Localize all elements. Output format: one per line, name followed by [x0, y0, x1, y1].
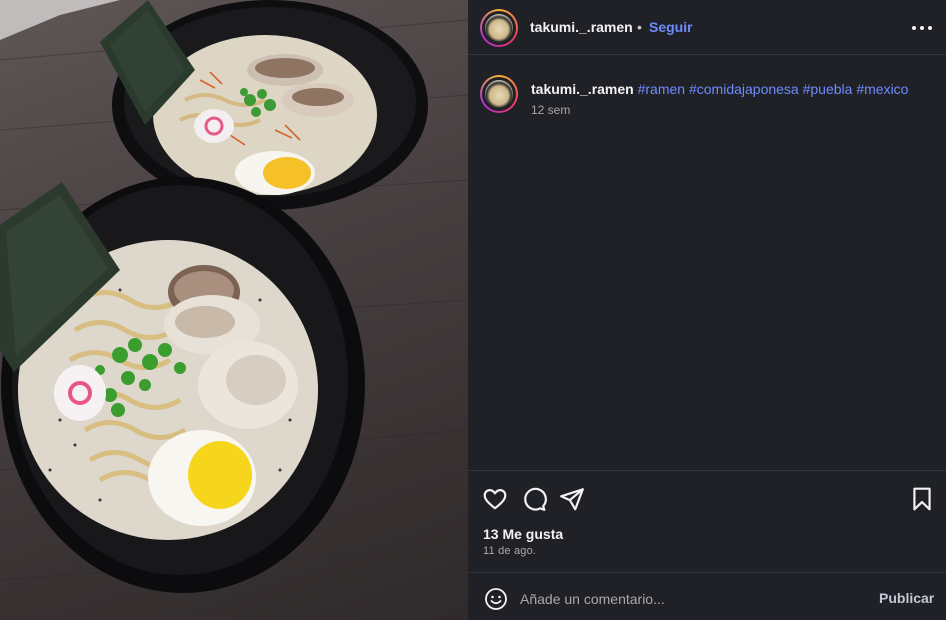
caption-username[interactable]: takumi._.ramen [531, 81, 634, 97]
comment-input[interactable] [520, 586, 860, 612]
front-bowl [0, 177, 365, 593]
hashtag-link[interactable]: #ramen [638, 81, 685, 97]
follow-button[interactable]: Seguir [649, 19, 693, 35]
caption: takumi._.ramen #ramen #comidajaponesa #p… [531, 81, 908, 97]
smiley-icon[interactable] [484, 587, 508, 611]
hashtag-link[interactable]: #puebla [803, 81, 853, 97]
post-image[interactable] [0, 0, 468, 620]
actions-divider [468, 470, 946, 471]
comment-divider [468, 572, 946, 573]
caption-avatar[interactable] [480, 75, 518, 113]
post-panel: takumi._.ramen • Seguir takumi._.ramen #… [468, 0, 946, 620]
paper-plane-icon[interactable] [559, 486, 585, 512]
author-username[interactable]: takumi._.ramen [530, 19, 633, 35]
ramen-photo [0, 0, 468, 593]
header-divider [468, 54, 946, 55]
post-date[interactable]: 11 de ago. [483, 545, 536, 557]
back-bowl [100, 0, 428, 210]
author-avatar[interactable] [480, 9, 518, 47]
likes-count[interactable]: 13 Me gusta [483, 526, 563, 542]
more-options-icon[interactable] [910, 18, 934, 38]
hashtag-link[interactable]: #mexico [856, 81, 908, 97]
heart-icon[interactable] [482, 486, 508, 512]
bookmark-icon[interactable] [909, 486, 935, 512]
header-separator: • [637, 19, 642, 35]
comment-bubble-icon[interactable] [521, 486, 547, 512]
hashtag-link[interactable]: #comidajaponesa [689, 81, 799, 97]
publish-button[interactable]: Publicar [879, 590, 934, 606]
caption-timestamp[interactable]: 12 sem [531, 103, 570, 117]
